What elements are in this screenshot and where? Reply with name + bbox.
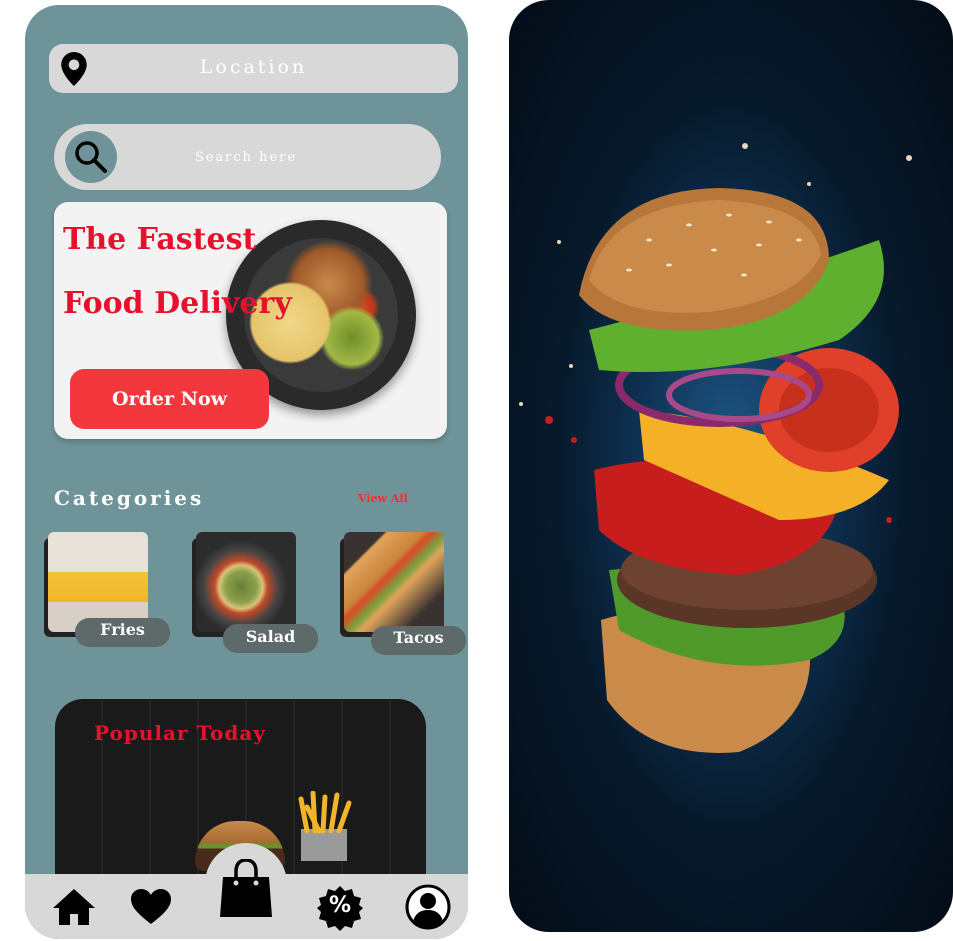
view-all-link[interactable]: View All [358,492,408,505]
location-field[interactable]: Location [49,44,458,93]
discount-symbol: % [328,893,352,918]
location-label: Location [199,56,308,78]
order-now-button[interactable]: Order Now [70,369,269,429]
category-fries[interactable]: Fries [44,532,174,657]
fries-image [298,791,352,861]
app-screen: Location The Fastest Food Delivery Order… [25,5,468,939]
search-button[interactable] [65,131,117,183]
category-salad[interactable]: Salad [192,532,322,657]
promo-banner: The Fastest Food Delivery Order Now [54,202,447,439]
search-icon [75,141,107,173]
promo-title-line2: Food Delivery [63,286,292,321]
category-label: Tacos [393,628,444,647]
shopping-bag-icon[interactable] [219,859,273,919]
bottom-nav: % [25,843,468,939]
profile-icon[interactable] [405,884,451,930]
heart-icon[interactable] [130,889,172,925]
splash-screen-image [509,0,953,932]
promo-title-line1: The Fastest [63,222,257,257]
home-icon[interactable] [51,887,97,927]
discount-button[interactable]: % [317,885,363,931]
salad-image [196,532,296,632]
search-input[interactable] [144,143,348,171]
category-label: Salad [245,627,296,646]
category-tacos[interactable]: Tacos [340,532,468,657]
search-bar[interactable] [54,124,441,190]
categories-title: Categories [54,486,205,510]
floating-burger-image [519,143,912,753]
popular-today-title: Popular Today [94,721,266,745]
fries-image [48,532,148,632]
category-label: Fries [100,620,145,639]
tacos-image [344,532,444,632]
